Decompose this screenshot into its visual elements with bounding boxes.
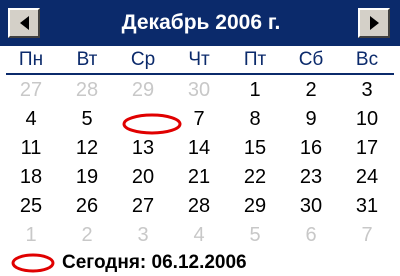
day-cell[interactable]: 14 (174, 134, 224, 163)
today-footer[interactable]: Сегодня: 06.12.2006 (0, 250, 400, 276)
day-cell[interactable]: 11 (6, 134, 56, 163)
day-cell[interactable]: 21 (174, 163, 224, 192)
day-cell[interactable]: 5 (62, 105, 112, 134)
weekday-label: Пт (243, 49, 267, 70)
day-cell[interactable]: 27 (118, 192, 168, 221)
day-cell[interactable]: 30 (174, 76, 224, 105)
day-cell-selected[interactable]: 6 (118, 105, 168, 134)
day-cell[interactable]: 5 (230, 221, 280, 250)
day-cell[interactable]: 16 (286, 134, 336, 163)
day-cell[interactable]: 28 (62, 76, 112, 105)
day-cell[interactable]: 17 (342, 134, 392, 163)
day-cell[interactable]: 29 (230, 192, 280, 221)
day-cell[interactable]: 30 (286, 192, 336, 221)
day-cell[interactable]: 7 (174, 105, 224, 134)
weekday-label: Ср (130, 49, 156, 70)
day-cell[interactable]: 23 (286, 163, 336, 192)
day-cell[interactable]: 13 (118, 134, 168, 163)
weekday-header: Пн Вт Ср Чт Пт Сб Вс (0, 46, 400, 72)
arrow-right-icon (370, 16, 379, 30)
day-cell[interactable]: 4 (6, 105, 56, 134)
weekday-label: Пн (18, 49, 44, 70)
day-cell[interactable]: 27 (6, 76, 56, 105)
day-cell[interactable]: 19 (62, 163, 112, 192)
weekday-label: Вс (355, 49, 379, 70)
weekday-label: Чт (188, 49, 210, 70)
day-cell[interactable]: 28 (174, 192, 224, 221)
weekday-label: Вт (76, 49, 98, 70)
today-circle-icon (11, 253, 55, 273)
day-cell[interactable]: 12 (62, 134, 112, 163)
day-cell[interactable]: 10 (342, 105, 392, 134)
day-cell[interactable]: 2 (286, 76, 336, 105)
day-cell[interactable]: 26 (62, 192, 112, 221)
day-cell[interactable]: 3 (342, 76, 392, 105)
day-cell[interactable]: 22 (230, 163, 280, 192)
day-cell[interactable]: 1 (230, 76, 280, 105)
day-cell[interactable]: 29 (118, 76, 168, 105)
weekday-divider (6, 73, 394, 75)
day-cell[interactable]: 24 (342, 163, 392, 192)
day-cell[interactable]: 31 (342, 192, 392, 221)
day-cell[interactable]: 20 (118, 163, 168, 192)
arrow-left-icon (20, 16, 29, 30)
day-cell[interactable]: 4 (174, 221, 224, 250)
day-cell[interactable]: 8 (230, 105, 280, 134)
day-cell[interactable]: 6 (286, 221, 336, 250)
prev-month-button[interactable] (8, 8, 40, 38)
day-grid: 27 28 29 30 1 2 3 4 5 6 7 8 9 10 11 12 13 14 15 16 17 18 19 20 2… (0, 76, 400, 250)
day-cell[interactable]: 7 (342, 221, 392, 250)
calendar-header: Декабрь 2006 г. (0, 0, 400, 46)
day-cell[interactable]: 1 (6, 221, 56, 250)
day-cell[interactable]: 3 (118, 221, 168, 250)
day-cell[interactable]: 2 (62, 221, 112, 250)
next-month-button[interactable] (358, 8, 390, 38)
day-cell[interactable]: 25 (6, 192, 56, 221)
weekday-label: Сб (298, 49, 324, 70)
day-cell[interactable]: 18 (6, 163, 56, 192)
month-title: Декабрь 2006 г. (121, 11, 281, 34)
today-label: Сегодня: 06.12.2006 (62, 252, 247, 273)
day-cell[interactable]: 15 (230, 134, 280, 163)
day-cell[interactable]: 9 (286, 105, 336, 134)
